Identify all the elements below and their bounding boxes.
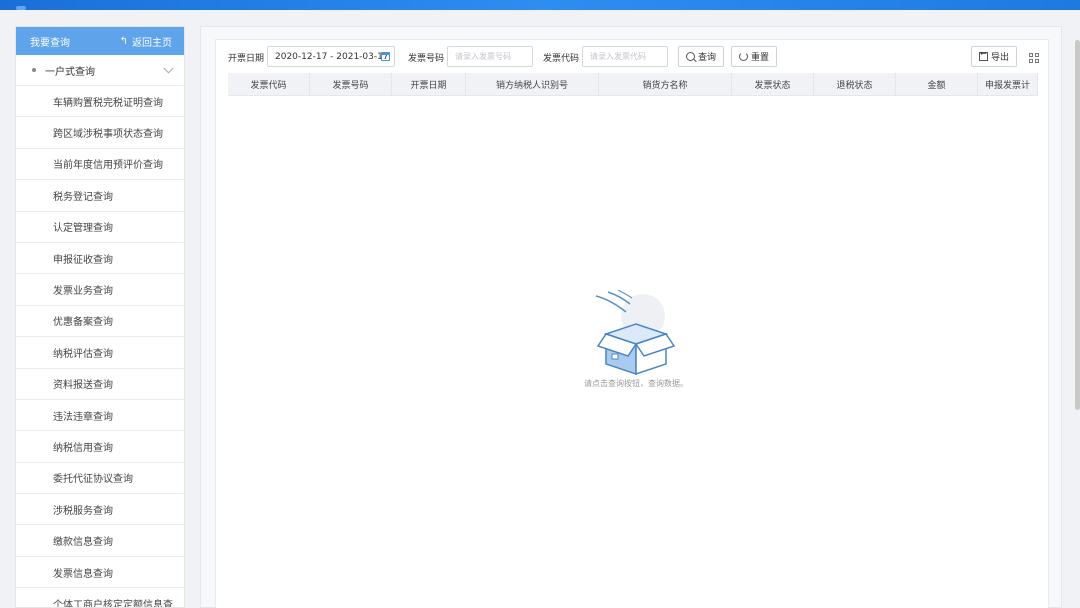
- sidebar-item[interactable]: 个体工商户核定定额信息查: [16, 587, 184, 607]
- sidebar-group-label: 一户式查询: [45, 66, 95, 78]
- sidebar-item[interactable]: 涉税服务查询: [16, 493, 184, 524]
- query-card: 开票日期 2020-12-17 - 2021-03-17 发票号码 发票代码 查…: [215, 39, 1049, 608]
- invoice-code-label: 发票代码: [543, 54, 580, 64]
- table-column-header[interactable]: 销货方名称: [599, 73, 732, 95]
- sidebar-item[interactable]: 优惠备案查询: [16, 304, 184, 336]
- sidebar-item[interactable]: 车辆购置税完税证明查询: [16, 85, 184, 116]
- invoice-number-label: 发票号码: [408, 54, 445, 64]
- empty-state-message: 请点击查询按钮，查询数据。: [584, 379, 688, 388]
- sidebar-item-list: 车辆购置税完税证明查询 跨区域涉税事项状态查询 当前年度信用预评价查询 税务登记查询认…: [16, 85, 184, 607]
- logo-fragment: [16, 6, 26, 10]
- sidebar-item[interactable]: 纳税信用查询: [16, 430, 184, 461]
- empty-box-icon: [595, 289, 676, 376]
- column-settings-icon[interactable]: [1029, 53, 1039, 63]
- table-column-header[interactable]: 发票代码: [228, 73, 310, 95]
- sidebar-item[interactable]: 缴款信息查询: [16, 524, 184, 555]
- sidebar-header: 我要查询 ↰ 返回主页: [16, 27, 184, 55]
- date-range-value: 2020-12-17 - 2021-03-17: [275, 51, 389, 62]
- back-home-link[interactable]: ↰ 返回主页: [120, 34, 172, 49]
- table-header: 发票代码 发票号码 开票日期 销方纳税人识别号 销货方名称 发票状态 退税状态 金额 申报发票计: [228, 73, 1038, 96]
- sidebar-item[interactable]: 纳税评估查询: [16, 336, 184, 367]
- table-column-header[interactable]: 申报发票计: [978, 73, 1038, 95]
- reset-button-label: 重置: [750, 53, 769, 63]
- query-button[interactable]: 查询: [678, 46, 724, 67]
- sidebar-item[interactable]: 认定管理查询: [16, 210, 184, 242]
- export-icon: [978, 49, 988, 61]
- table-column-header[interactable]: 退税状态: [814, 73, 896, 95]
- sidebar-item[interactable]: 发票信息查询: [16, 555, 184, 587]
- sidebar-item[interactable]: 当前年度信用预评价查询: [16, 147, 184, 179]
- sidebar-item[interactable]: 税务登记查询: [16, 179, 184, 210]
- sidebar-item[interactable]: 跨区域涉税事项状态查询: [16, 116, 184, 147]
- sidebar-title: 我要查询: [30, 37, 70, 49]
- search-icon: [685, 52, 695, 61]
- invoice-date-label: 开票日期: [228, 54, 265, 64]
- sidebar-item[interactable]: 发票业务查询: [16, 273, 184, 304]
- back-home-label: 返回主页: [132, 37, 172, 49]
- table-column-header[interactable]: 发票号码: [310, 73, 392, 95]
- filter-toolbar: 开票日期 2020-12-17 - 2021-03-17 发票号码 发票代码 查…: [216, 46, 1050, 68]
- calendar-icon: [381, 52, 390, 61]
- table-column-header[interactable]: 发票状态: [732, 73, 814, 95]
- table-column-header[interactable]: 开票日期: [392, 73, 466, 95]
- reset-button[interactable]: 重置: [731, 46, 777, 67]
- sidebar: 我要查询 ↰ 返回主页 一户式查询 车辆购置税完税证明查询 跨区域涉税事项状态查询…: [15, 26, 185, 608]
- top-banner: [0, 0, 1080, 10]
- table-column-header[interactable]: 金额: [896, 73, 978, 95]
- back-arrow-icon: ↰: [119, 35, 128, 47]
- sidebar-item[interactable]: 申报征收查询: [16, 241, 184, 273]
- chevron-down-icon: [163, 63, 174, 73]
- empty-state: [576, 289, 696, 383]
- sidebar-group-one-stop-query[interactable]: 一户式查询: [16, 55, 184, 85]
- query-button-label: 查询: [697, 53, 716, 63]
- export-button[interactable]: 导出: [971, 46, 1017, 67]
- refresh-icon: [738, 52, 748, 61]
- sidebar-item[interactable]: 违法违章查询: [16, 398, 184, 430]
- table-column-header[interactable]: 销方纳税人识别号: [466, 73, 599, 95]
- export-button-label: 导出: [990, 53, 1009, 63]
- sidebar-item[interactable]: 资料报送查询: [16, 367, 184, 399]
- page-scrollbar[interactable]: [1075, 40, 1080, 410]
- sidebar-item[interactable]: 委托代征协议查询: [16, 461, 184, 493]
- main-panel: 开票日期 2020-12-17 - 2021-03-17 发票号码 发票代码 查…: [200, 26, 1062, 608]
- bullet-icon: [32, 68, 36, 72]
- invoice-code-input[interactable]: [582, 46, 668, 67]
- invoice-date-range-picker[interactable]: 2020-12-17 - 2021-03-17: [267, 46, 395, 67]
- invoice-number-input[interactable]: [447, 46, 533, 67]
